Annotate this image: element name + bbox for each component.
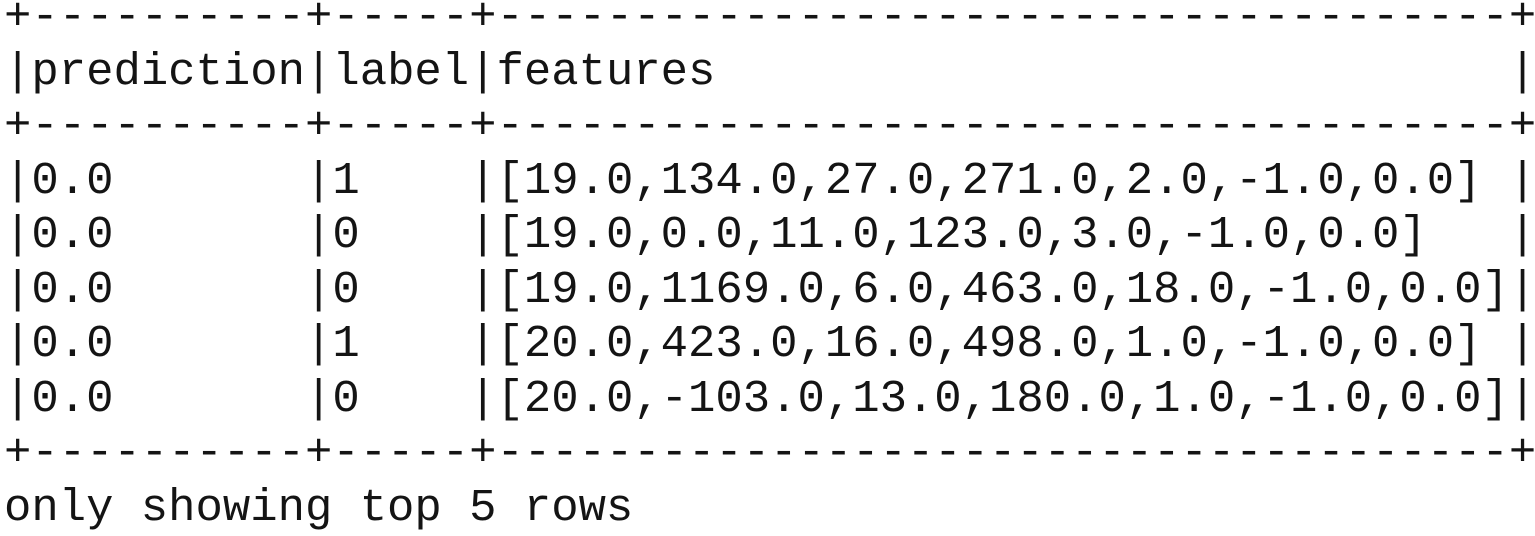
column-separator: | [469, 209, 497, 261]
table-border: +----------+-----+----------------------… [4, 427, 1535, 479]
cell-features: [20.0,-103.0,13.0,180.0,1.0,-1.0,0.0] [496, 372, 1509, 425]
table-header: |prediction|label|features | [4, 45, 1535, 100]
column-separator: | [4, 45, 32, 98]
cell-features: [20.0,423.0,16.0,498.0,1.0,-1.0,0.0] [496, 318, 1482, 370]
column-header-label: label [332, 45, 470, 98]
column-separator: | [1508, 263, 1535, 316]
cell-prediction: 0.0 [31, 372, 114, 425]
column-separator: | [4, 263, 32, 316]
table-row: |0.0 |1 |[19.0,134.0,27.0,271.0,2.0,-1.0,0… [4, 154, 1535, 209]
column-separator: | [4, 154, 32, 207]
cell-label: 0 [332, 263, 360, 316]
cell-label: 1 [332, 154, 360, 207]
column-separator: | [304, 154, 333, 207]
terminal-output: +----------+-----+----------------------… [4, 0, 1535, 535]
column-separator: | [1508, 45, 1535, 98]
column-separator: | [304, 263, 333, 316]
column-separator: | [469, 372, 497, 425]
table-border: +----------+-----+----------------------… [4, 0, 1535, 43]
cell-features: [19.0,134.0,27.0,271.0,2.0,-1.0,0.0] [496, 154, 1482, 207]
table-row: |0.0 |0 |[20.0,-103.0,13.0,180.0,1.0,-1.0,… [4, 372, 1535, 427]
column-separator: | [469, 45, 497, 98]
cell-features: [19.0,0.0,11.0,123.0,3.0,-1.0,0.0] [496, 209, 1427, 261]
cell-prediction: 0.0 [31, 263, 114, 316]
column-separator: | [304, 209, 333, 261]
column-separator: | [469, 154, 497, 207]
column-header-features: features [496, 45, 716, 98]
column-separator: | [304, 318, 333, 370]
column-separator: | [304, 45, 333, 98]
column-separator: | [469, 263, 497, 316]
cell-label: 1 [332, 318, 360, 370]
column-separator: | [4, 318, 32, 370]
table-row: |0.0 |1 |[20.0,423.0,16.0,498.0,1.0,-1.0,0… [4, 317, 1535, 372]
column-separator: | [469, 318, 497, 370]
column-header-prediction: prediction [31, 45, 305, 98]
cell-label: 0 [332, 209, 360, 261]
column-separator: | [4, 209, 32, 261]
cell-prediction: 0.0 [31, 154, 114, 207]
table-border: +----------+-----+----------------------… [4, 100, 1535, 152]
column-separator: | [1508, 209, 1535, 261]
cell-features: [19.0,1169.0,6.0,463.0,18.0,-1.0,0.0] [496, 263, 1509, 316]
table-row: |0.0 |0 |[19.0,0.0,11.0,123.0,3.0,-1.0,0.0… [4, 208, 1535, 263]
column-separator: | [1508, 372, 1535, 425]
table-row: |0.0 |0 |[19.0,1169.0,6.0,463.0,18.0,-1.0,… [4, 263, 1535, 318]
cell-prediction: 0.0 [31, 209, 114, 261]
column-separator: | [1508, 154, 1535, 207]
cell-label: 0 [332, 372, 360, 425]
cell-prediction: 0.0 [31, 318, 114, 370]
footer-note: only showing top 5 rows [4, 481, 634, 534]
column-separator: | [304, 372, 333, 425]
column-separator: | [4, 372, 32, 425]
column-separator: | [1508, 318, 1535, 370]
